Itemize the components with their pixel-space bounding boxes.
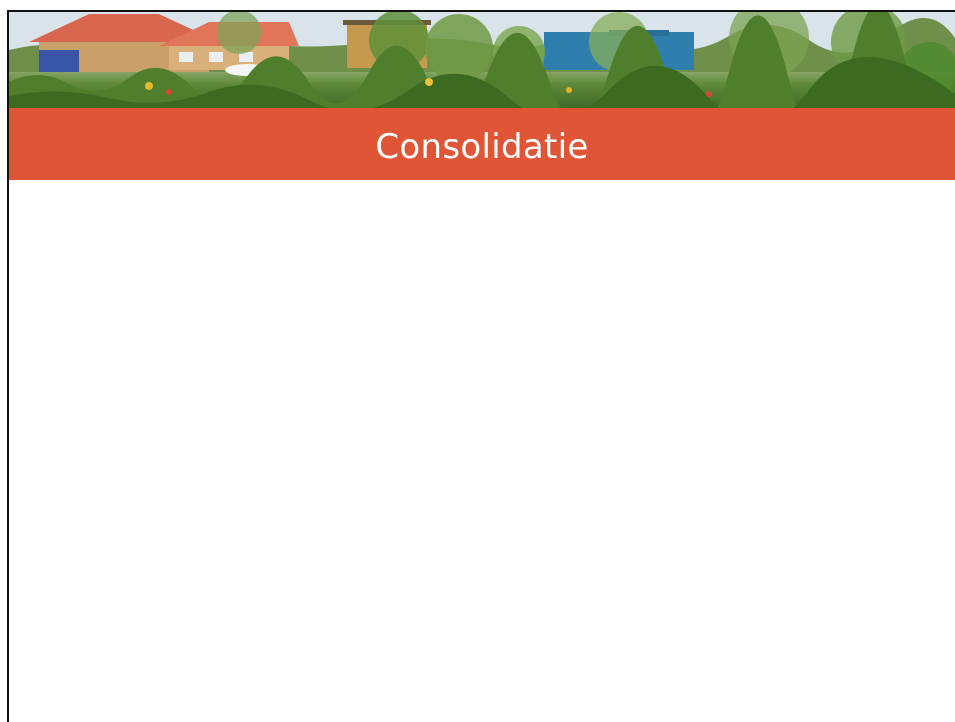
slide-content-area bbox=[9, 180, 955, 722]
title-bar: Consolidatie bbox=[9, 108, 955, 180]
header-photo bbox=[9, 12, 955, 108]
slide: Consolidatie bbox=[7, 10, 955, 722]
header-photo-drawing bbox=[9, 12, 955, 108]
page-title: Consolidatie bbox=[375, 127, 589, 167]
